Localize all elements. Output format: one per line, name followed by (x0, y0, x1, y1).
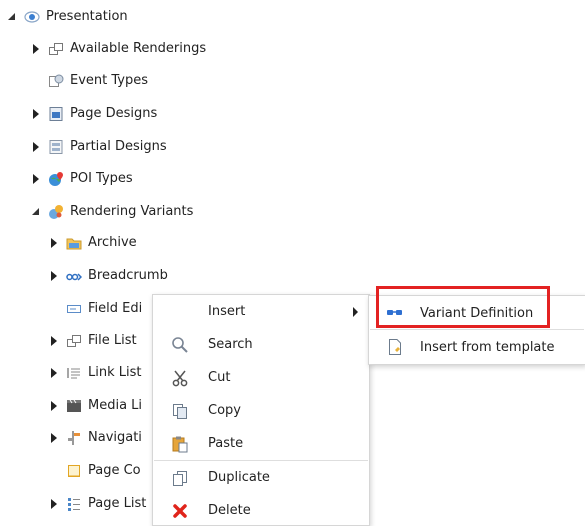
tree-node-field-editor[interactable]: Field Edi (66, 298, 142, 320)
field-editor-icon (66, 301, 82, 317)
menu-item-paste[interactable]: Paste (153, 428, 369, 459)
collapsed-arrow-icon[interactable] (30, 141, 42, 153)
tree-node-available-renderings[interactable]: Available Renderings (30, 38, 206, 60)
collapsed-arrow-icon[interactable] (30, 43, 42, 55)
rendering-variants-icon (48, 204, 64, 220)
eye-icon (24, 9, 40, 25)
menu-item-label: Delete (208, 503, 251, 518)
tree-node-label: Archive (88, 235, 137, 250)
collapsed-arrow-icon[interactable] (48, 367, 60, 379)
collapsed-arrow-icon[interactable] (48, 498, 60, 510)
tree-node-label: Partial Designs (70, 139, 167, 154)
delete-icon (171, 502, 189, 520)
menu-item-delete[interactable]: Delete (153, 495, 369, 526)
tree-node-event-types[interactable]: Event Types (48, 70, 148, 92)
tree-node-presentation[interactable]: Presentation (6, 6, 128, 28)
variant-definition-icon (386, 304, 404, 322)
submenu-arrow-icon (353, 307, 358, 317)
copy-icon (171, 402, 189, 420)
tree-node-page-list[interactable]: Page List (48, 493, 146, 515)
event-types-icon (48, 73, 64, 89)
paste-icon (171, 435, 189, 453)
search-icon (171, 336, 189, 354)
page-list-icon (66, 496, 82, 512)
tree-node-label: Media Li (88, 398, 143, 413)
scissors-icon (171, 369, 189, 387)
tree-node-page-content[interactable]: Page Co (66, 460, 141, 482)
page-designs-icon (48, 106, 64, 122)
menu-item-duplicate[interactable]: Duplicate (153, 462, 369, 493)
collapsed-arrow-icon[interactable] (48, 432, 60, 444)
tree-node-label: Page Co (88, 463, 141, 478)
expanded-arrow-icon[interactable] (6, 11, 18, 23)
tree-node-file-list[interactable]: File List (48, 330, 137, 352)
collapsed-arrow-icon[interactable] (30, 108, 42, 120)
context-menu: Insert Search Cut Copy Paste Duplicate D… (152, 294, 370, 526)
partial-designs-icon (48, 139, 64, 155)
link-list-icon (66, 365, 82, 381)
submenu-item-label: Insert from template (420, 339, 555, 355)
tree-node-media-list[interactable]: Media Li (48, 395, 142, 417)
navigation-icon (66, 430, 82, 446)
menu-item-label: Paste (208, 436, 244, 451)
tree-node-label: POI Types (70, 171, 133, 186)
menu-item-insert[interactable]: Insert (153, 296, 369, 327)
file-list-icon (66, 333, 82, 349)
submenu-item-label: Variant Definition (420, 305, 534, 321)
tree-node-navigation[interactable]: Navigati (48, 427, 142, 449)
menu-separator (370, 329, 584, 330)
folder-icon (66, 235, 82, 251)
tree-node-label: Link List (88, 365, 142, 380)
tree-node-label: Page List (88, 496, 147, 511)
expanded-arrow-icon[interactable] (30, 206, 42, 218)
tree-node-breadcrumb[interactable]: Breadcrumb (48, 265, 168, 287)
collapsed-arrow-icon[interactable] (48, 400, 60, 412)
collapsed-arrow-icon[interactable] (48, 335, 60, 347)
menu-separator (154, 460, 368, 461)
tree-node-rendering-variants[interactable]: Rendering Variants (30, 201, 193, 223)
collapsed-arrow-icon[interactable] (30, 173, 42, 185)
collapsed-arrow-icon[interactable] (48, 270, 60, 282)
submenu-item-insert-from-template[interactable]: Insert from template (369, 331, 585, 363)
menu-item-label: Cut (208, 370, 231, 385)
menu-item-label: Insert (208, 304, 246, 319)
page-content-icon (66, 463, 82, 479)
globe-icon (48, 171, 64, 187)
tree-node-link-list[interactable]: Link List (48, 362, 141, 384)
tree-node-label: Breadcrumb (88, 268, 168, 283)
breadcrumb-icon (66, 268, 82, 284)
menu-item-label: Copy (208, 403, 241, 418)
tree-node-label: Field Edi (88, 301, 143, 316)
tree-node-label: Presentation (46, 9, 128, 24)
menu-item-label: Duplicate (208, 470, 270, 485)
renderings-icon (48, 41, 64, 57)
duplicate-icon (171, 469, 189, 487)
tree-node-label: Rendering Variants (70, 204, 194, 219)
menu-item-copy[interactable]: Copy (153, 395, 369, 426)
menu-item-label: Search (208, 337, 253, 352)
menu-item-cut[interactable]: Cut (153, 362, 369, 393)
tree-node-poi-types[interactable]: POI Types (30, 168, 133, 190)
tree-node-label: File List (88, 333, 137, 348)
tree-node-label: Navigati (88, 430, 142, 445)
tree-node-archive[interactable]: Archive (48, 232, 137, 254)
tree-node-page-designs[interactable]: Page Designs (30, 103, 157, 125)
submenu-item-variant-definition[interactable]: Variant Definition (369, 297, 585, 329)
collapsed-arrow-icon[interactable] (48, 237, 60, 249)
insert-submenu: Variant Definition Insert from template (368, 295, 585, 365)
tree-node-label: Event Types (70, 73, 149, 88)
media-icon (66, 398, 82, 414)
menu-item-search[interactable]: Search (153, 329, 369, 360)
tree-node-label: Page Designs (70, 106, 158, 121)
template-icon (386, 338, 404, 356)
tree-node-partial-designs[interactable]: Partial Designs (30, 136, 167, 158)
tree-node-label: Available Renderings (70, 41, 207, 56)
